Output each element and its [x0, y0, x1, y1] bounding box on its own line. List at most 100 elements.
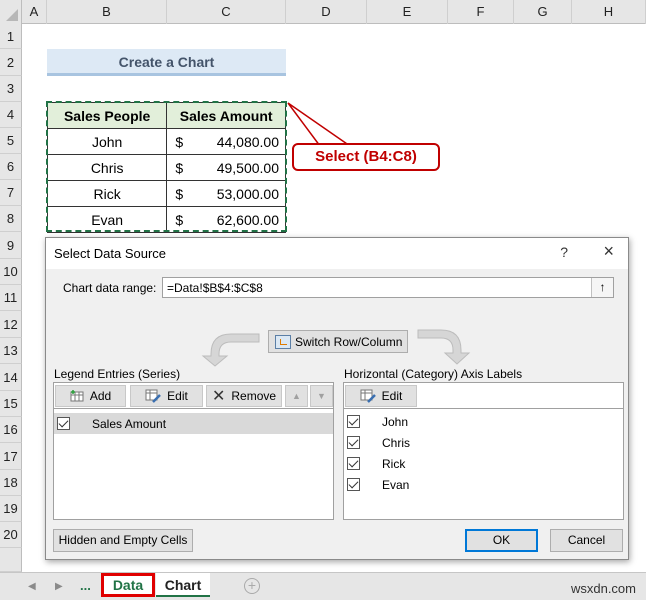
axis-checkbox[interactable] [347, 478, 360, 491]
currency-symbol: $ [175, 159, 184, 176]
cell-amount[interactable]: $44,080.00 [166, 128, 286, 155]
column-header-a[interactable]: A [22, 0, 47, 24]
axis-item[interactable]: Evan [344, 474, 623, 495]
remove-series-button[interactable]: ✕ Remove [206, 385, 282, 407]
row-header-6[interactable]: 6 [0, 154, 22, 180]
column-header-d[interactable]: D [286, 0, 367, 24]
switch-row-column-button[interactable]: Switch Row/Column [268, 330, 408, 353]
series-checkbox[interactable] [57, 417, 70, 430]
row-header-19[interactable]: 19 [0, 496, 22, 522]
collapse-dialog-button[interactable]: ↑ [591, 278, 613, 297]
table-row: Rick $53,000.00 [46, 180, 286, 207]
row-header-7[interactable]: 7 [0, 180, 22, 206]
axis-labels-panel: Edit John Chris Rick Evan [343, 382, 624, 520]
collapse-arrow-icon: ↑ [599, 280, 606, 294]
row-header-1[interactable]: 1 [0, 24, 22, 49]
axis-item-label: Chris [382, 435, 411, 450]
add-series-button[interactable]: Add [55, 385, 126, 407]
edit-axis-button[interactable]: Edit [345, 385, 417, 407]
axis-checkbox[interactable] [347, 436, 360, 449]
row-header-18[interactable]: 18 [0, 470, 22, 496]
cell-amount[interactable]: $49,500.00 [166, 154, 286, 181]
row-header-2[interactable]: 2 [0, 49, 22, 76]
select-all-icon [6, 9, 18, 21]
row-header-8[interactable]: 8 [0, 206, 22, 232]
sheet-tab-data[interactable]: Data [101, 573, 155, 597]
header-sales-people[interactable]: Sales People [46, 102, 168, 129]
row-header-13[interactable]: 13 [0, 338, 22, 364]
prev-sheet-icon[interactable]: ◀ [28, 581, 36, 592]
dialog-titlebar[interactable]: Select Data Source ? × [46, 238, 628, 269]
header-sales-amount[interactable]: Sales Amount [166, 102, 286, 129]
cell-name[interactable]: John [46, 128, 168, 155]
axis-item[interactable]: Rick [344, 453, 623, 474]
add-label: Add [89, 389, 112, 403]
select-all-corner[interactable] [0, 0, 22, 24]
column-header-b[interactable]: B [47, 0, 167, 24]
edit-label: Edit [167, 389, 188, 403]
hidden-empty-cells-button[interactable]: Hidden and Empty Cells [53, 529, 193, 552]
add-sheet-icon[interactable]: + [244, 578, 260, 594]
row-header-5[interactable]: 5 [0, 128, 22, 154]
chart-title-cell[interactable]: Create a Chart [47, 49, 286, 76]
add-table-icon [70, 390, 84, 402]
remove-x-icon: ✕ [211, 388, 226, 405]
column-header-e[interactable]: E [367, 0, 448, 24]
ok-button[interactable]: OK [465, 529, 538, 552]
chart-data-range-input[interactable] [162, 277, 614, 298]
axis-toolbar: Edit [344, 383, 623, 409]
sheet-tab-bar: ◀ ▶ ... Data Chart + wsxdn.com [0, 572, 646, 600]
cell-amount[interactable]: $53,000.00 [166, 180, 286, 207]
currency-symbol: $ [175, 133, 184, 150]
amount-value: 49,500.00 [216, 159, 279, 176]
switch-row-column-icon [275, 334, 291, 349]
sheet-tab-chart[interactable]: Chart [156, 573, 210, 597]
close-icon[interactable]: × [603, 241, 614, 262]
legend-entries-label: Legend Entries (Series) [54, 367, 181, 381]
right-curved-arrow-icon [417, 329, 471, 365]
row-header-14[interactable]: 14 [0, 364, 22, 391]
amount-value: 44,080.00 [216, 133, 279, 150]
switch-row-column-label: Switch Row/Column [295, 334, 403, 349]
axis-checkbox[interactable] [347, 415, 360, 428]
row-header-16[interactable]: 16 [0, 417, 22, 443]
axis-labels-label: Horizontal (Category) Axis Labels [344, 367, 523, 381]
more-sheets-button[interactable]: ... [80, 578, 91, 593]
cell-amount[interactable]: $62,600.00 [166, 206, 286, 233]
row-header-9[interactable]: 9 [0, 232, 22, 259]
move-down-button[interactable]: ▼ [310, 385, 333, 407]
row-header-20[interactable]: 20 [0, 522, 22, 548]
column-header-g[interactable]: G [514, 0, 572, 24]
column-header-h[interactable]: H [572, 0, 646, 24]
select-range-callout: Select (B4:C8) [292, 143, 440, 171]
row-header-3[interactable]: 3 [0, 76, 22, 102]
currency-symbol: $ [175, 211, 184, 228]
amount-value: 53,000.00 [216, 185, 279, 202]
series-item-sales-amount[interactable]: Sales Amount [54, 413, 333, 434]
next-sheet-icon[interactable]: ▶ [55, 581, 63, 592]
move-up-button[interactable]: ▲ [285, 385, 308, 407]
cell-name[interactable]: Rick [46, 180, 168, 207]
remove-label: Remove [231, 389, 277, 403]
axis-item-label: John [382, 414, 409, 429]
row-header-15[interactable]: 15 [0, 391, 22, 417]
legend-entries-panel: Add Edit ✕ Remove ▲ ▼ Sales Amount [53, 382, 334, 520]
currency-symbol: $ [175, 185, 184, 202]
dialog-title: Select Data Source [54, 246, 167, 261]
cancel-button[interactable]: Cancel [550, 529, 623, 552]
help-icon[interactable]: ? [560, 244, 568, 260]
row-header-12[interactable]: 12 [0, 311, 22, 338]
row-header-11[interactable]: 11 [0, 285, 22, 311]
column-header-f[interactable]: F [448, 0, 514, 24]
cell-name[interactable]: Evan [46, 206, 168, 233]
row-header-4[interactable]: 4 [0, 102, 22, 128]
axis-checkbox[interactable] [347, 457, 360, 470]
edit-series-button[interactable]: Edit [130, 385, 203, 407]
table-header-row: Sales People Sales Amount [46, 102, 286, 129]
cell-name[interactable]: Chris [46, 154, 168, 181]
axis-item[interactable]: John [344, 411, 623, 432]
axis-item[interactable]: Chris [344, 432, 623, 453]
row-header-17[interactable]: 17 [0, 443, 22, 470]
column-header-c[interactable]: C [167, 0, 286, 24]
row-header-10[interactable]: 10 [0, 259, 22, 285]
